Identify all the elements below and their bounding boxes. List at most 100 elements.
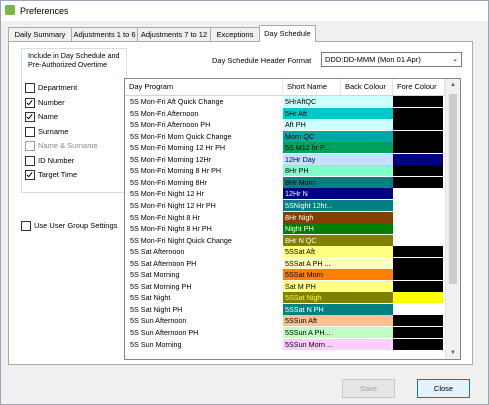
table-row[interactable]: 5S Mon-Fri Morning 8 Hr PH 8Hr PH — [125, 165, 445, 177]
cell-fore-colour[interactable] — [393, 107, 443, 119]
cell-back-colour[interactable] — [341, 130, 393, 142]
cell-back-colour[interactable] — [341, 211, 393, 223]
cell-fore-colour[interactable] — [393, 130, 443, 142]
cell-short-name[interactable]: Morn QC — [283, 130, 341, 142]
cell-fore-colour[interactable] — [393, 280, 443, 292]
scroll-up-icon[interactable]: ▲ — [450, 82, 456, 88]
cell-day-program[interactable]: 5S Mon-Fri Night 8 Hr PH — [125, 223, 283, 234]
cell-short-name[interactable]: Aft PH — [283, 119, 341, 131]
header-format-select[interactable]: DDD:DD-MMM (Mon 01 Apr) ⌄ — [321, 52, 462, 67]
cell-fore-colour[interactable] — [393, 188, 443, 200]
cell-day-program[interactable]: 5S Sat Night — [125, 292, 283, 303]
tab-adjustments-7-12[interactable]: Adjustments 7 to 12 — [137, 27, 211, 41]
checkbox-box[interactable] — [25, 155, 35, 166]
table-row[interactable]: 5S Sun Morning 5SSun Morn ... — [125, 338, 445, 350]
table-row[interactable]: 5S Mon-Fri Night 8 Hr 8Hr Nigh — [125, 211, 445, 223]
cell-short-name[interactable]: 5S M12 hr P... — [283, 142, 341, 154]
cell-back-colour[interactable] — [341, 223, 393, 235]
cell-back-colour[interactable] — [341, 119, 393, 131]
cell-short-name[interactable]: 5SSun Morn ... — [283, 338, 341, 350]
cell-day-program[interactable]: 5S Mon-Fri Night 12 Hr PH — [125, 200, 283, 211]
cell-day-program[interactable]: 5S Sat Morning PH — [125, 281, 283, 292]
cell-back-colour[interactable] — [341, 327, 393, 338]
cell-short-name[interactable]: 5SSat A PH ... — [283, 257, 341, 269]
cell-day-program[interactable]: 5S Mon-Fri Afternoon — [125, 108, 283, 119]
table-row[interactable]: 5S Mon-Fri Night 12 Hr PH 5SNight 12hr... — [125, 199, 445, 211]
table-row[interactable]: 5S Mon-Fri Night Quick Change 8Hr N QC — [125, 234, 445, 246]
cell-fore-colour[interactable] — [393, 257, 443, 269]
cell-back-colour[interactable] — [341, 96, 393, 107]
table-row[interactable]: 5S Sat Afternoon PH 5SSat A PH ... — [125, 257, 445, 269]
cell-short-name[interactable]: 5SSat N PH — [283, 303, 341, 315]
table-row[interactable]: 5S Mon-Fri Afternoon PH Aft PH — [125, 119, 445, 131]
cell-short-name[interactable]: 5SSat Aft — [283, 246, 341, 258]
cell-back-colour[interactable] — [341, 107, 393, 119]
cell-fore-colour[interactable] — [393, 223, 443, 235]
cell-day-program[interactable]: 5S Mon-Fri Morning 12 Hr PH — [125, 142, 283, 153]
use-user-group-box[interactable] — [21, 221, 31, 231]
cell-fore-colour[interactable] — [393, 211, 443, 223]
scroll-down-icon[interactable]: ▼ — [450, 350, 456, 356]
cell-day-program[interactable]: 5S Mon-Fri Morn Quick Change — [125, 131, 283, 142]
cell-back-colour[interactable] — [341, 280, 393, 292]
cell-back-colour[interactable] — [341, 246, 393, 258]
cell-back-colour[interactable] — [341, 165, 393, 177]
cell-fore-colour[interactable] — [393, 327, 443, 338]
table-row[interactable]: 5S Sat Afternoon 5SSat Aft — [125, 246, 445, 258]
cell-short-name[interactable]: 5SNight 12hr... — [283, 199, 341, 211]
table-row[interactable]: 5S Sun Afternoon 5SSun Aft — [125, 315, 445, 327]
cell-back-colour[interactable] — [341, 292, 393, 304]
cell-fore-colour[interactable] — [393, 153, 443, 165]
table-row[interactable]: 5S Mon-Fri Morn Quick Change Morn QC — [125, 130, 445, 142]
cell-day-program[interactable]: 5S Sun Afternoon PH — [125, 327, 283, 338]
cell-short-name[interactable]: 12Hr Day — [283, 153, 341, 165]
cell-day-program[interactable]: 5S Sun Morning — [125, 339, 283, 350]
cell-back-colour[interactable] — [341, 338, 393, 350]
cell-short-name[interactable]: 8Hr Morn — [283, 176, 341, 188]
cell-short-name[interactable]: Night PH — [283, 223, 341, 235]
cell-short-name[interactable]: 5SSun A PH... — [283, 327, 341, 338]
cell-fore-colour[interactable] — [393, 234, 443, 246]
table-row[interactable]: 5S Sun Afternoon PH 5SSun A PH... — [125, 327, 445, 338]
cell-short-name[interactable]: Sat M PH — [283, 280, 341, 292]
tab-day-schedule[interactable]: Day Schedule — [259, 25, 316, 42]
cell-short-name[interactable]: 12Hr N — [283, 188, 341, 200]
cell-fore-colour[interactable] — [393, 292, 443, 304]
scrollbar-thumb[interactable] — [449, 94, 457, 284]
cell-day-program[interactable]: 5S Mon-Fri Morning 8Hr — [125, 177, 283, 188]
grid-scrollbar[interactable]: ▲ ▼ — [445, 79, 460, 359]
table-row[interactable]: 5S Mon-Fri Morning 8Hr 8Hr Morn — [125, 176, 445, 188]
save-button[interactable]: Save — [342, 379, 395, 398]
col-header-fore-colour[interactable]: Fore Colour — [393, 79, 445, 95]
table-row[interactable]: 5S Mon-Fri Morning 12 Hr PH 5S M12 hr P..… — [125, 142, 445, 154]
cell-day-program[interactable]: 5S Sat Afternoon — [125, 246, 283, 257]
tab-exceptions[interactable]: Exceptions — [210, 27, 260, 41]
cell-day-program[interactable]: 5S Mon-Fri Aft Quick Change — [125, 96, 283, 107]
cell-fore-colour[interactable] — [393, 176, 443, 188]
cell-fore-colour[interactable] — [393, 96, 443, 107]
cell-short-name[interactable]: 8Hr Nigh — [283, 211, 341, 223]
table-row[interactable]: 5S Sat Morning 5SSat Morn — [125, 269, 445, 281]
table-row[interactable]: 5S Mon-Fri Night 8 Hr PH Night PH — [125, 223, 445, 235]
cell-back-colour[interactable] — [341, 188, 393, 200]
cell-fore-colour[interactable] — [393, 142, 443, 154]
cell-back-colour[interactable] — [341, 142, 393, 154]
table-row[interactable]: 5S Mon-Fri Night 12 Hr 12Hr N — [125, 188, 445, 200]
cell-back-colour[interactable] — [341, 303, 393, 315]
cell-day-program[interactable]: 5S Sat Afternoon PH — [125, 258, 283, 269]
cell-back-colour[interactable] — [341, 234, 393, 246]
cell-fore-colour[interactable] — [393, 338, 443, 350]
table-row[interactable]: 5S Mon-Fri Morning 12Hr 12Hr Day — [125, 153, 445, 165]
col-header-short-name[interactable]: Short Name — [283, 79, 341, 95]
cell-short-name[interactable]: 5SSun Aft — [283, 315, 341, 327]
checkbox-box[interactable] — [25, 126, 35, 137]
cell-short-name[interactable]: 8Hr PH — [283, 165, 341, 177]
checkbox-box[interactable] — [25, 141, 35, 151]
tab-adjustments-1-6[interactable]: Adjustments 1 to 6 — [71, 27, 138, 41]
cell-day-program[interactable]: 5S Mon-Fri Night 8 Hr — [125, 212, 283, 223]
cell-day-program[interactable]: 5S Mon-Fri Afternoon PH — [125, 119, 283, 130]
checkbox-box[interactable] — [25, 170, 35, 180]
cell-day-program[interactable]: 5S Mon-Fri Night Quick Change — [125, 235, 283, 246]
tab-daily-summary[interactable]: Daily Summary — [8, 27, 72, 41]
cell-back-colour[interactable] — [341, 257, 393, 269]
